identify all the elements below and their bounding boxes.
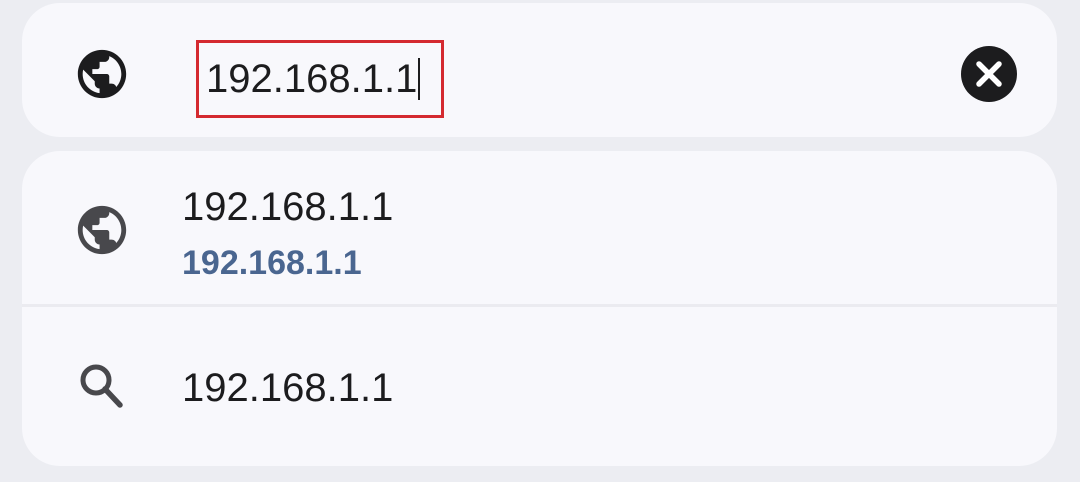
url-input[interactable]: 192.168.1.1 — [196, 40, 444, 118]
globe-icon — [73, 45, 131, 103]
suggestion-item-url[interactable]: 192.168.1.1 192.168.1.1 — [22, 151, 1057, 304]
suggestion-item-search[interactable]: 192.168.1.1 — [22, 308, 1057, 466]
suggestion-list: 192.168.1.1 192.168.1.1 192.168.1.1 — [22, 151, 1057, 466]
search-icon — [73, 358, 131, 416]
globe-icon — [73, 201, 131, 259]
suggestion-title: 192.168.1.1 — [182, 185, 394, 229]
address-bar[interactable]: 192.168.1.1 — [22, 3, 1057, 137]
divider — [22, 304, 1057, 307]
text-cursor — [418, 58, 421, 100]
suggestion-url: 192.168.1.1 — [182, 244, 362, 282]
url-text: 192.168.1.1 — [206, 57, 418, 101]
suggestion-title: 192.168.1.1 — [182, 366, 394, 410]
clear-icon[interactable] — [960, 45, 1018, 103]
